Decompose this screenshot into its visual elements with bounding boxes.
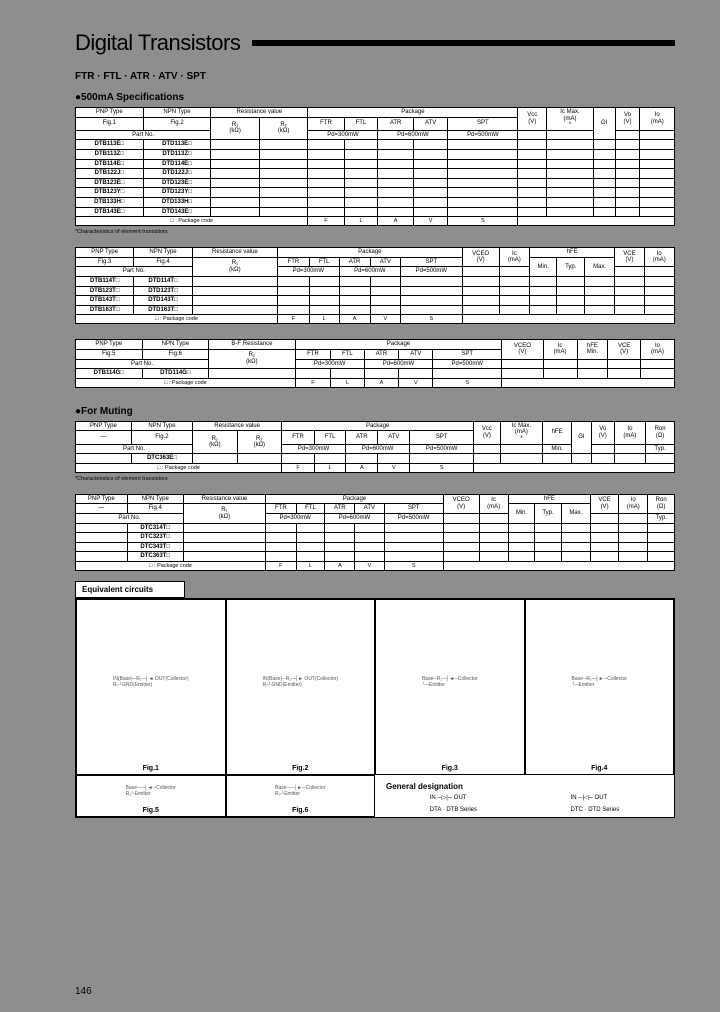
spec-table-2: PNP TypeNPN Type Resistance value Packag… [75, 247, 675, 324]
schematic-fig5: Base──┤◄─CollectorR₂┴Emitter [126, 776, 176, 805]
title-row: Digital Transistors [75, 30, 675, 56]
schematic-fig3: Base─R₁─┤◄─Collector└─Emitter [422, 600, 478, 763]
footnote: *Characteristics of element transistors [75, 229, 675, 235]
schematic-fig2: IN(Base)─R₁─┤► OUT(Collector)R₂┴GND(Emit… [262, 600, 338, 763]
spec-table-1: PNP TypeNPN Type Resistance value Packag… [75, 107, 675, 226]
spec-table-3: PNP TypeNPN Type B-F Resistance Package … [75, 339, 675, 387]
spec-table-5: PNP TypeNPN Type Resistance value Packag… [75, 494, 675, 571]
equivalent-circuits: Equivalent circuits IN(Base)─R₁─┤◄ OUT(C… [75, 581, 675, 818]
spec-table-4: PNP TypeNPN Type Resistance value Packag… [75, 421, 675, 473]
footnote: *Characteristics of element transistors [75, 476, 675, 482]
schematic-fig1: IN(Base)─R₁─┤◄ OUT(Collector)R₂┴GND(Emit… [113, 600, 189, 763]
schematic-fig4: Base─R₁─┤►─Collector└─Emitter [571, 600, 627, 763]
section-500ma: 500mA Specifications [75, 92, 675, 103]
page-title: Digital Transistors [75, 30, 240, 56]
general-designation: General designation [383, 779, 666, 794]
schematic-fig6: Base──┤►─CollectorR₂┴Emitter [275, 776, 325, 805]
title-bar [252, 40, 675, 46]
series-label: DTC · DTD Series [571, 807, 620, 813]
section-muting: For Muting [75, 406, 675, 417]
subtitle: FTR · FTL · ATR · ATV · SPT [75, 71, 675, 82]
series-label: DTA · DTB Series [430, 807, 477, 813]
page-number: 146 [75, 986, 92, 997]
